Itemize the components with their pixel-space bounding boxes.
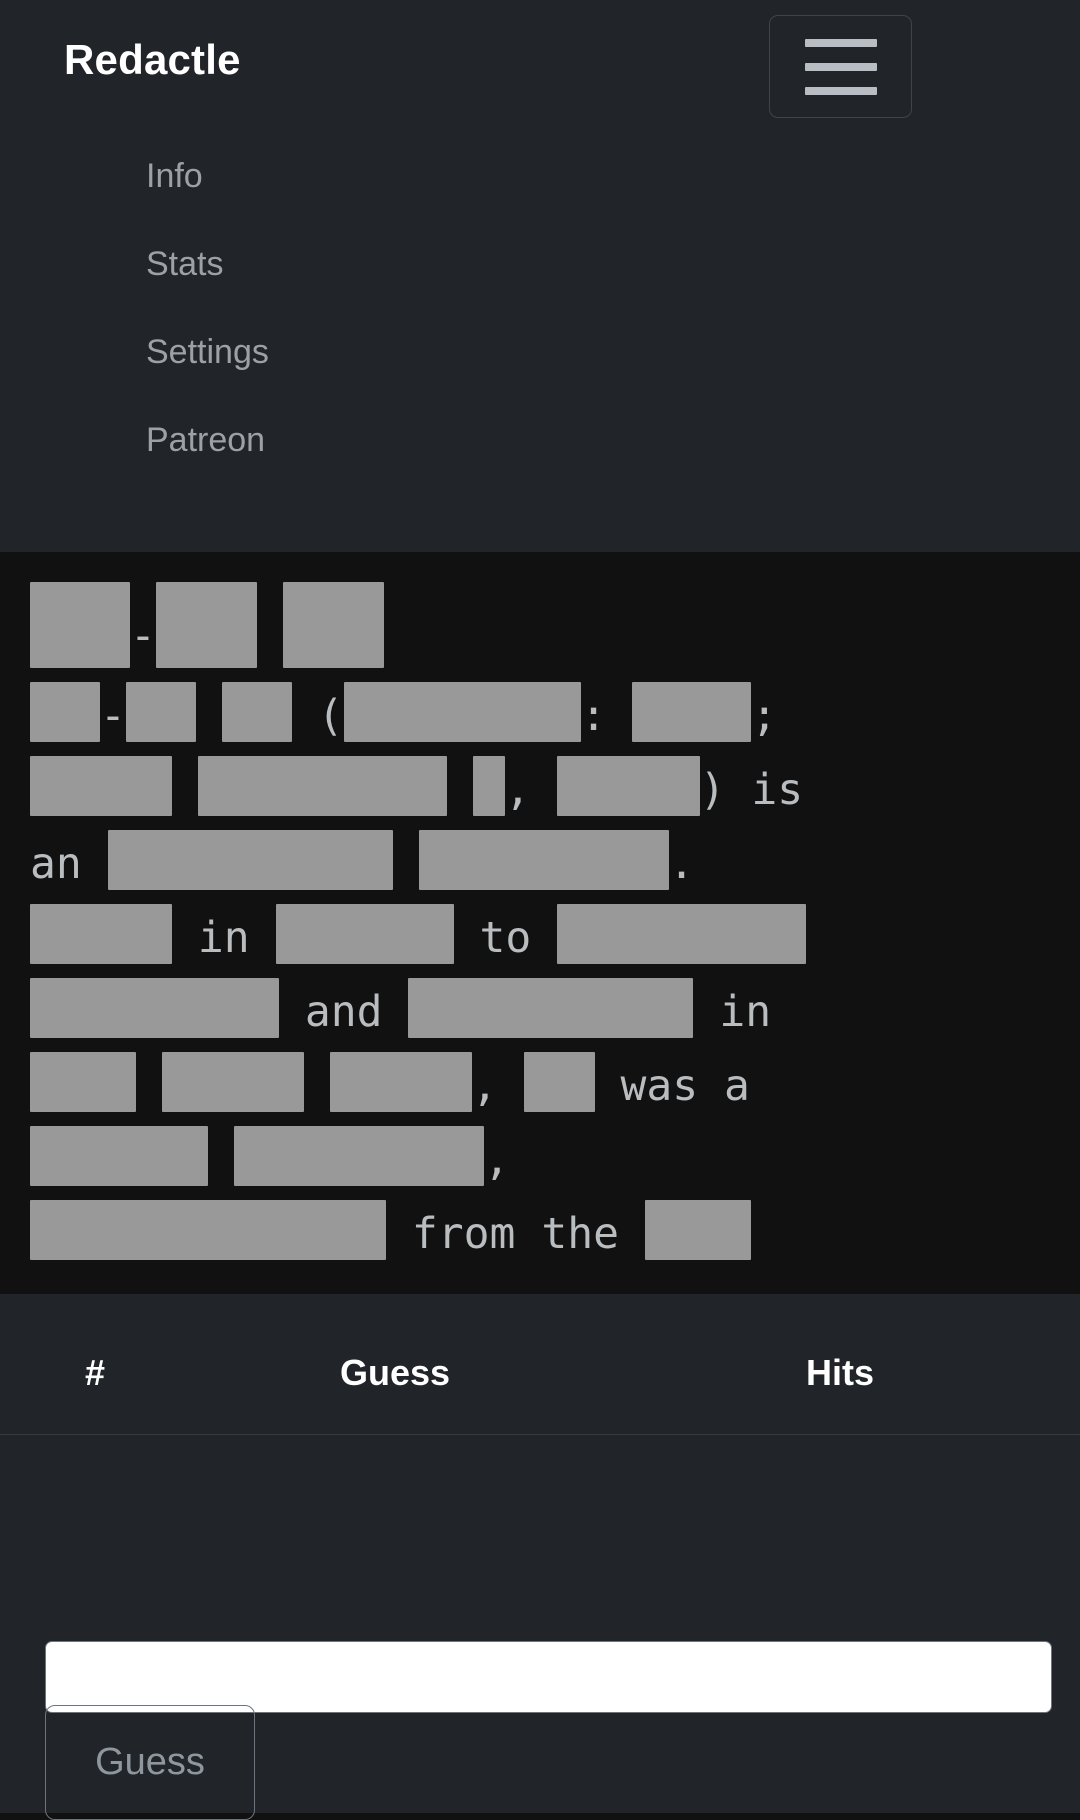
redacted-word [30,1052,136,1112]
article-line: in to [30,901,1050,975]
visible-word: to [453,913,558,963]
visible-word: from the [386,1209,645,1259]
article-line: an . [30,827,1050,901]
visible-word: - [100,691,126,741]
article-line: from the [30,1197,1050,1271]
redacted-word [472,756,505,816]
visible-word [172,753,198,827]
redacted-word [408,978,694,1038]
visible-word [447,753,473,827]
visible-word: in [693,987,772,1037]
top-navbar: Redactle Info Stats Settings Patreon [0,0,1080,552]
nav-link-patreon[interactable]: Patreon [0,396,1080,484]
column-header-number: # [0,1294,190,1435]
column-header-hits: Hits [600,1294,1080,1435]
guess-table: # Guess Hits [0,1294,1080,1435]
nav-item-settings[interactable]: Settings [0,308,1080,396]
navbar-header: Redactle [0,0,1080,132]
visible-word: an [30,839,108,889]
visible-word: ) is [699,765,804,815]
visible-word: , [504,765,557,815]
navbar-links: Info Stats Settings Patreon [0,132,1080,484]
visible-word: and [279,987,409,1037]
guess-table-head: # Guess Hits [0,1294,1080,1435]
redacted-word [557,904,807,964]
hamburger-icon [804,38,877,95]
redacted-word [161,1052,304,1112]
redacted-word [275,904,454,964]
redacted-word [644,1200,751,1260]
article-line: , [30,1123,1050,1197]
article-title-redacted: - [30,582,1050,673]
visible-word [304,1049,330,1123]
article-line: - (: ; [30,679,1050,753]
visible-word [136,1049,162,1123]
hamburger-bar-3 [804,86,877,95]
redacted-word [30,1200,386,1260]
nav-item-stats[interactable]: Stats [0,220,1080,308]
redacted-word [632,682,752,742]
redacted-word [418,830,669,890]
redacted-word [30,756,172,816]
visible-word: ; [751,691,778,741]
visible-word: in [172,913,276,963]
redacted-word [30,582,130,668]
redacted-word [282,582,384,668]
redacted-word [155,582,257,668]
nav-item-patreon[interactable]: Patreon [0,396,1080,484]
visible-word [208,1123,234,1197]
redacted-word [30,978,279,1038]
redacted-word [197,756,447,816]
redacted-word [30,1126,208,1186]
visible-word: , [471,1061,524,1111]
redacted-word [233,1126,484,1186]
nav-link-stats[interactable]: Stats [0,220,1080,308]
article-text: - - (: ; , ) is an . in to and in , was a… [30,582,1050,1271]
guess-input[interactable] [45,1641,1052,1713]
visible-word [393,827,419,901]
visible-word [196,679,222,753]
visible-word: , [483,1135,510,1185]
redacted-article: - - (: ; , ) is an . in to and in , was a… [0,552,1080,1294]
redacted-word [523,1052,595,1112]
nav-link-info[interactable]: Info [0,132,1080,220]
visible-word [257,599,283,673]
hamburger-bar-1 [804,38,877,47]
article-line: and in [30,975,1050,1049]
redacted-word [125,682,196,742]
guess-table-header-row: # Guess Hits [0,1294,1080,1435]
visible-word: : [580,691,633,741]
column-header-guess: Guess [190,1294,600,1435]
redacted-word [107,830,393,890]
redacted-word [343,682,581,742]
article-body-redacted: - (: ; , ) is an . in to and in , was a ,… [30,679,1050,1271]
guess-input-row: Guess [0,1641,1080,1820]
visible-word: . [668,839,695,889]
redacted-word [329,1052,472,1112]
redacted-word [556,756,700,816]
article-line: , ) is [30,753,1050,827]
nav-item-info[interactable]: Info [0,132,1080,220]
guess-submit-button[interactable]: Guess [45,1705,255,1820]
app-brand-title[interactable]: Redactle [64,36,241,84]
visible-word: was a [594,1061,750,1111]
hamburger-bar-2 [804,62,877,71]
nav-link-settings[interactable]: Settings [0,308,1080,396]
redacted-word [30,904,172,964]
visible-word: ( [291,691,344,741]
redacted-word [221,682,292,742]
hamburger-menu-button[interactable] [769,15,912,118]
redacted-word [30,682,100,742]
visible-word: - [130,611,156,661]
article-line: , was a [30,1049,1050,1123]
